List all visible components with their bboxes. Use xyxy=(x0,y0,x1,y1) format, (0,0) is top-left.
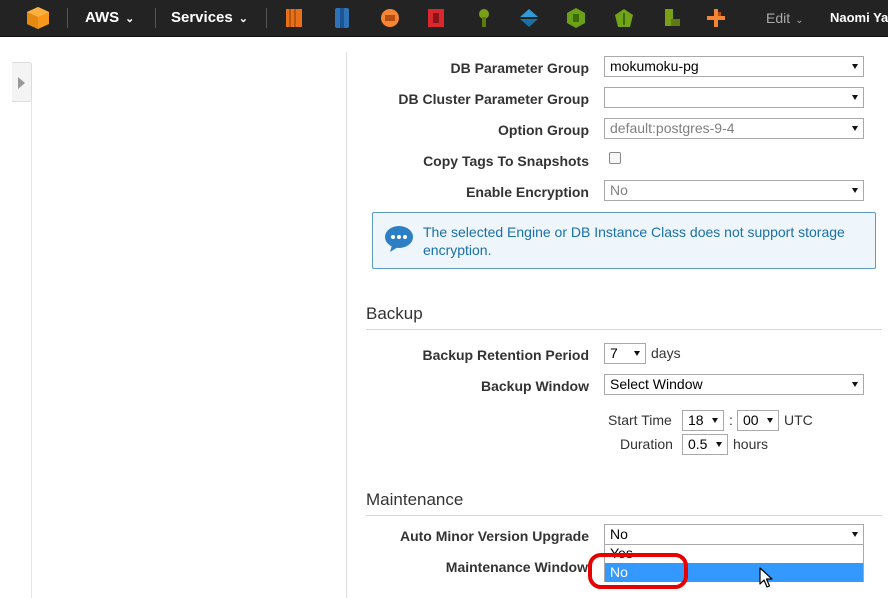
chevron-down-icon: ⌄ xyxy=(125,13,135,25)
backup-window-label: Backup Window xyxy=(481,378,589,394)
retention-unit: days xyxy=(651,345,681,361)
option-group-label: Option Group xyxy=(498,122,589,138)
opsworks-icon[interactable] xyxy=(565,7,587,29)
kms-icon[interactable] xyxy=(473,7,495,29)
db-parameter-group-value: mokumoku-pg xyxy=(610,58,699,74)
ec2-icon[interactable] xyxy=(283,7,305,29)
encryption-info-box: The selected Engine or DB Instance Class… xyxy=(372,212,876,269)
aws-menu-label: AWS xyxy=(85,9,120,26)
duration-value: 0.5 xyxy=(688,436,708,452)
content-divider xyxy=(346,52,347,598)
chat-bubble-icon xyxy=(385,226,413,252)
chevron-down-icon: ⌄ xyxy=(795,15,804,26)
backup-retention-value: 7 xyxy=(610,345,618,361)
annotation-highlight-circle xyxy=(588,553,688,589)
chevron-down-icon: ⌄ xyxy=(238,13,248,25)
db-parameter-group-label: DB Parameter Group xyxy=(450,60,589,76)
edit-menu[interactable]: Edit ⌄ xyxy=(766,10,804,26)
enable-encryption-select[interactable]: No xyxy=(604,180,864,201)
lambda-icon[interactable] xyxy=(705,7,727,29)
chevron-right-icon xyxy=(18,77,25,89)
dropdown-arrow-icon xyxy=(852,126,858,131)
nav-divider xyxy=(266,8,267,28)
option-group-select[interactable]: default:postgres-9-4 xyxy=(604,118,864,139)
db-cluster-parameter-group-select[interactable] xyxy=(604,87,864,108)
dropdown-arrow-icon xyxy=(852,95,858,100)
start-minute-value: 00 xyxy=(743,412,759,428)
copy-tags-checkbox[interactable] xyxy=(609,152,621,164)
enable-encryption-label: Enable Encryption xyxy=(466,184,589,200)
duration-select[interactable]: 0.5 xyxy=(682,434,728,455)
start-hour-value: 18 xyxy=(688,412,704,428)
cloudformation-icon[interactable] xyxy=(661,7,683,29)
duration-label: Duration xyxy=(620,436,673,452)
sidebar-divider xyxy=(31,100,32,598)
auto-minor-version-select[interactable]: No xyxy=(604,524,864,545)
s3-icon[interactable] xyxy=(331,7,353,29)
nav-divider xyxy=(155,8,156,28)
directconnect-icon[interactable] xyxy=(518,7,540,29)
encryption-info-text: The selected Engine or DB Instance Class… xyxy=(423,224,845,258)
utc-label: UTC xyxy=(784,412,813,428)
dropdown-arrow-icon xyxy=(852,188,858,193)
maintenance-section-title: Maintenance xyxy=(366,490,882,516)
backup-retention-select[interactable]: 7 xyxy=(604,343,646,364)
dropdown-arrow-icon xyxy=(852,532,858,537)
dropdown-arrow-icon xyxy=(852,64,858,69)
backup-window-value: Select Window xyxy=(610,376,703,392)
services-menu-label: Services xyxy=(171,9,233,26)
aws-menu[interactable]: AWS ⌄ xyxy=(85,9,134,26)
user-menu[interactable]: Naomi Yan xyxy=(830,10,888,25)
auto-minor-version-value: No xyxy=(610,526,628,542)
duration-unit: hours xyxy=(733,436,769,452)
db-cluster-parameter-group-label: DB Cluster Parameter Group xyxy=(398,91,589,107)
time-separator: : xyxy=(729,412,733,428)
cloudfront-icon[interactable] xyxy=(379,7,401,29)
start-hour-select[interactable]: 18 xyxy=(682,410,724,431)
backup-window-select[interactable]: Select Window xyxy=(604,374,864,395)
db-parameter-group-select[interactable]: mokumoku-pg xyxy=(604,56,864,77)
dropdown-arrow-icon xyxy=(712,418,718,423)
maintenance-window-label: Maintenance Window xyxy=(445,559,588,575)
backup-retention-label: Backup Retention Period xyxy=(422,347,589,363)
dropdown-arrow-icon xyxy=(716,442,722,447)
top-nav-bar: AWS ⌄ Services ⌄ Edit ⌄ Naomi Yan xyxy=(0,0,888,37)
iam-icon[interactable] xyxy=(425,7,447,29)
auto-minor-version-label: Auto Minor Version Upgrade xyxy=(399,528,589,544)
start-minute-select[interactable]: 00 xyxy=(737,410,779,431)
mouse-cursor-icon xyxy=(759,567,773,588)
dropdown-arrow-icon xyxy=(852,382,858,387)
services-menu[interactable]: Services ⌄ xyxy=(171,9,248,26)
nav-divider xyxy=(67,8,68,28)
dropdown-arrow-icon xyxy=(634,351,640,356)
option-group-value: default:postgres-9-4 xyxy=(610,120,735,136)
start-time-label: Start Time xyxy=(608,412,672,428)
copy-tags-label: Copy Tags To Snapshots xyxy=(423,153,589,169)
elasticbeanstalk-icon[interactable] xyxy=(613,7,635,29)
enable-encryption-value: No xyxy=(610,182,628,198)
aws-logo-icon[interactable] xyxy=(25,5,51,31)
dropdown-arrow-icon xyxy=(767,418,773,423)
edit-menu-label: Edit xyxy=(766,10,791,26)
backup-section-title: Backup xyxy=(366,304,882,330)
sidebar-expand-button[interactable] xyxy=(12,62,32,102)
